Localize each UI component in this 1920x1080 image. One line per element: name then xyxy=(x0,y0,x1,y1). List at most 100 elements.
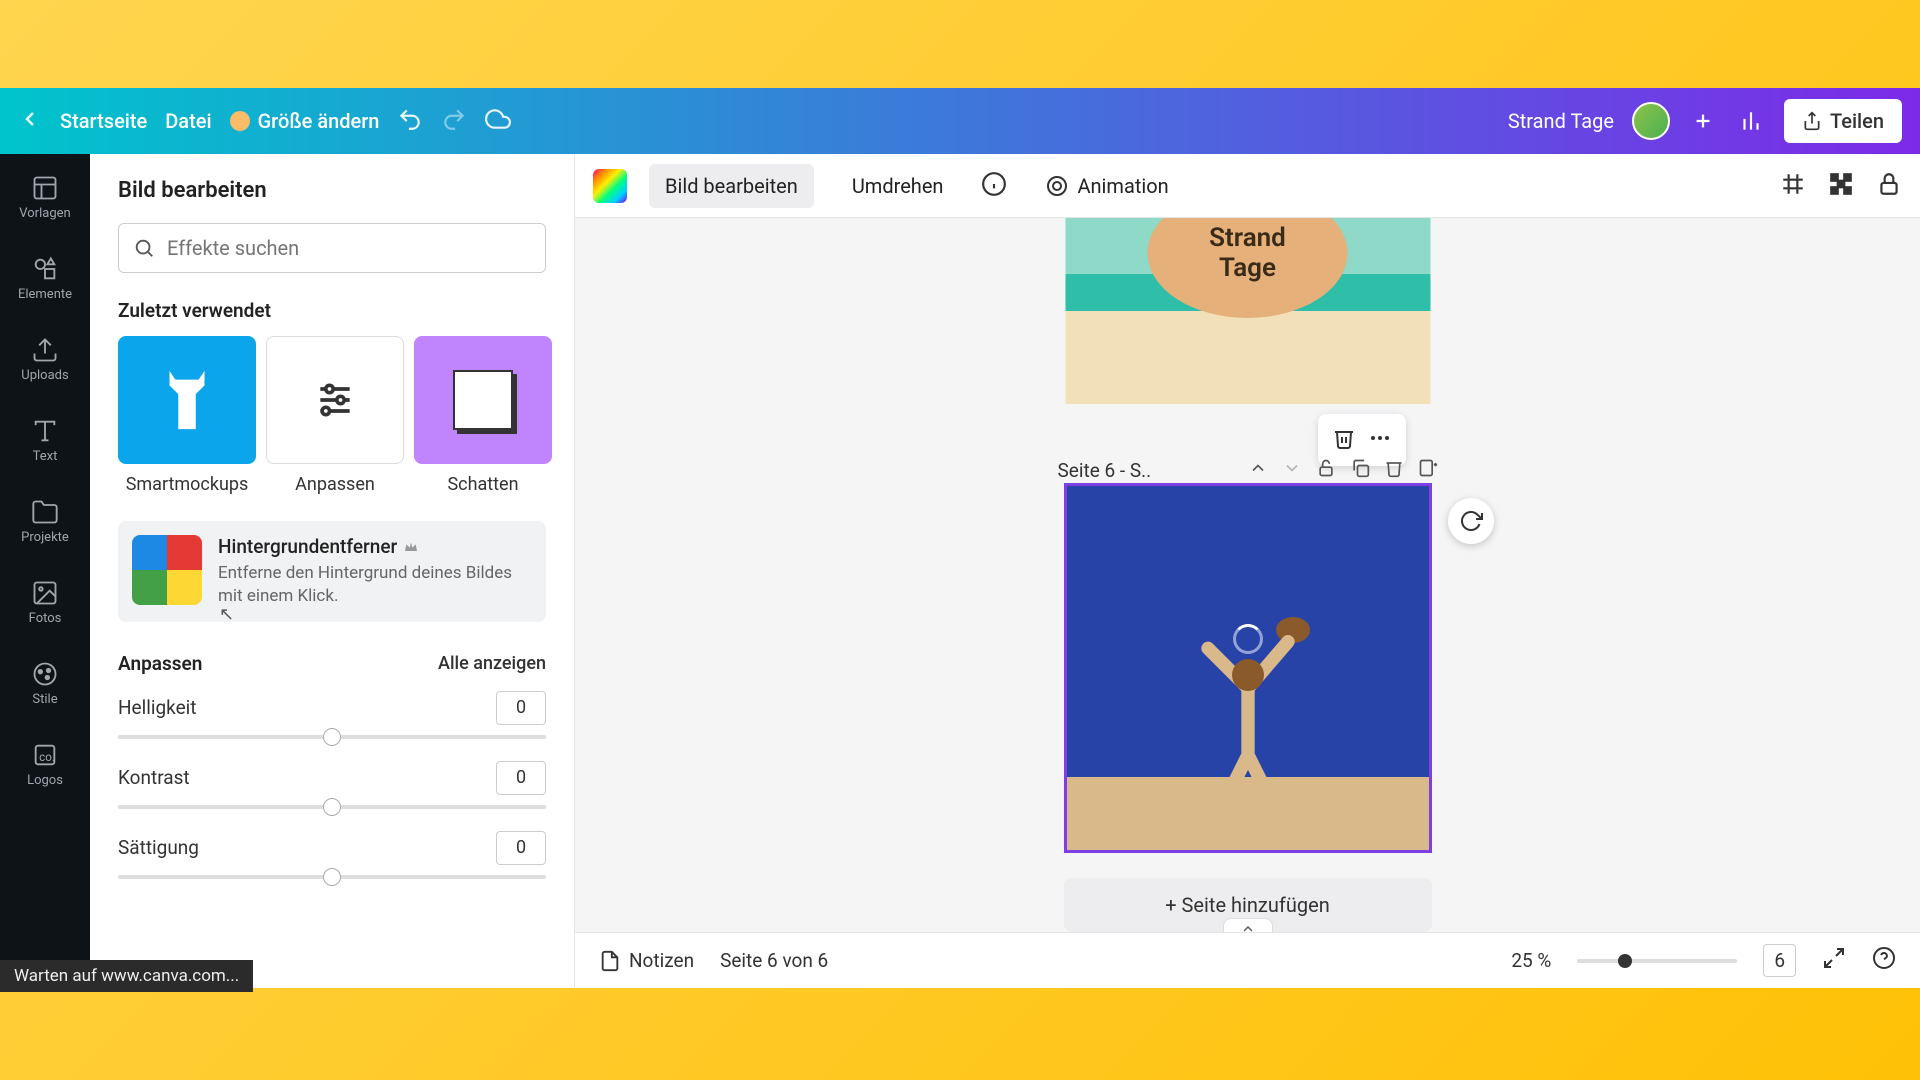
top-toolbar: Startseite Datei Größe ändern Strand Tag… xyxy=(0,88,1920,154)
move-down-icon[interactable] xyxy=(1282,458,1302,483)
brightness-value[interactable]: 0 xyxy=(496,691,546,725)
document-title[interactable]: Strand Tage xyxy=(1508,109,1614,133)
page-6-header: Seite 6 - S.. xyxy=(1058,458,1438,483)
animation-button[interactable]: Animation xyxy=(1029,164,1184,208)
redo-icon[interactable] xyxy=(441,106,467,136)
nav-uploads-label: Uploads xyxy=(21,368,68,383)
contrast-slider[interactable] xyxy=(118,805,546,809)
contrast-label: Kontrast xyxy=(118,766,190,789)
search-icon xyxy=(133,237,155,259)
edit-image-button[interactable]: Bild bearbeiten xyxy=(649,164,814,208)
cloud-sync-icon[interactable] xyxy=(485,106,511,136)
insights-icon[interactable] xyxy=(1736,106,1766,136)
transparency-icon[interactable] xyxy=(1828,171,1854,201)
nav-projects-label: Projekte xyxy=(21,530,69,545)
file-menu[interactable]: Datei xyxy=(165,109,211,133)
bottom-bar: Notizen Seite 6 von 6 25 % 6 xyxy=(575,932,1920,988)
nav-photos[interactable]: Fotos xyxy=(0,571,90,634)
delete-page-icon[interactable] xyxy=(1384,458,1404,483)
share-button[interactable]: Teilen xyxy=(1784,99,1902,143)
person-graphic xyxy=(1178,635,1318,795)
color-picker[interactable] xyxy=(593,169,627,203)
bg-remover-icon xyxy=(132,535,202,605)
nav-text[interactable]: Text xyxy=(0,409,90,472)
recent-smartmockups[interactable]: Smartmockups xyxy=(118,336,256,495)
position-icon[interactable] xyxy=(1780,171,1806,201)
edit-panel: Bild bearbeiten Zuletzt verwendet Smartm… xyxy=(90,154,575,988)
slider-knob[interactable] xyxy=(323,868,341,886)
delete-page-icon[interactable] xyxy=(1328,422,1360,458)
saturation-slider[interactable] xyxy=(118,875,546,879)
more-icon[interactable] xyxy=(1364,422,1396,458)
canvas-area: Bild bearbeiten Umdrehen Animation Stran… xyxy=(575,154,1920,988)
nav-projects[interactable]: Projekte xyxy=(0,490,90,553)
svg-text:co.: co. xyxy=(39,750,55,764)
share-label: Teilen xyxy=(1830,109,1884,133)
help-icon[interactable] xyxy=(1872,946,1896,975)
home-link[interactable]: Startseite xyxy=(60,109,147,133)
page-6-canvas[interactable] xyxy=(1064,483,1432,853)
bg-remover-desc: Entferne den Hintergrund deines Bildes m… xyxy=(218,562,532,608)
page-5-thumbnail[interactable]: StrandTage xyxy=(1065,218,1430,404)
info-icon[interactable] xyxy=(981,171,1007,201)
flip-button[interactable]: Umdrehen xyxy=(836,164,960,208)
nav-uploads[interactable]: Uploads xyxy=(0,328,90,391)
slider-knob[interactable] xyxy=(323,798,341,816)
saturation-label: Sättigung xyxy=(118,836,199,859)
recent-adjust-label: Anpassen xyxy=(266,474,404,495)
context-toolbar: Bild bearbeiten Umdrehen Animation xyxy=(575,154,1920,218)
background-remover[interactable]: Hintergrundentferner Entferne den Hinter… xyxy=(118,521,546,622)
recent-adjust[interactable]: Anpassen xyxy=(266,336,404,495)
saturation-value[interactable]: 0 xyxy=(496,831,546,865)
resize-label: Größe ändern xyxy=(258,109,380,133)
nav-elements[interactable]: Elemente xyxy=(0,247,90,310)
panel-title: Bild bearbeiten xyxy=(118,178,546,203)
nav-elements-label: Elemente xyxy=(18,287,72,302)
crown-icon xyxy=(403,539,419,555)
recent-shadow[interactable]: Schatten xyxy=(414,336,552,495)
nav-photos-label: Fotos xyxy=(29,611,62,626)
page-counter: Seite 6 von 6 xyxy=(720,949,828,972)
nav-styles[interactable]: Stile xyxy=(0,652,90,715)
undo-icon[interactable] xyxy=(397,106,423,136)
contrast-value[interactable]: 0 xyxy=(496,761,546,795)
app-window: Startseite Datei Größe ändern Strand Tag… xyxy=(0,88,1920,988)
add-user-icon[interactable] xyxy=(1688,106,1718,136)
refresh-button[interactable] xyxy=(1448,498,1494,544)
nav-logos[interactable]: co.Logos xyxy=(0,733,90,796)
brightness-label: Helligkeit xyxy=(118,696,197,719)
nav-templates[interactable]: Vorlagen xyxy=(0,166,90,229)
canvas-viewport[interactable]: StrandTage Seite 6 - S.. xyxy=(575,218,1920,932)
crown-icon xyxy=(230,111,250,131)
notes-button[interactable]: Notizen xyxy=(599,949,694,972)
nav-text-label: Text xyxy=(33,449,58,464)
slider-knob[interactable] xyxy=(323,728,341,746)
page-6-label[interactable]: Seite 6 - S.. xyxy=(1058,459,1152,482)
adjust-show-all[interactable]: Alle anzeigen xyxy=(438,653,546,674)
zoom-percent[interactable]: 25 % xyxy=(1511,949,1551,972)
lock-icon[interactable] xyxy=(1876,171,1902,201)
grid-view-button[interactable]: 6 xyxy=(1763,944,1796,977)
move-up-icon[interactable] xyxy=(1248,458,1268,483)
back-icon[interactable] xyxy=(18,107,42,135)
duplicate-page-icon[interactable] xyxy=(1350,458,1370,483)
zoom-knob[interactable] xyxy=(1618,954,1632,968)
lock-page-icon[interactable] xyxy=(1316,458,1336,483)
contrast-control: Kontrast 0 xyxy=(118,761,546,809)
notes-label: Notizen xyxy=(629,949,694,972)
zoom-slider[interactable] xyxy=(1577,959,1737,963)
page5-text-bottom: Tage xyxy=(1219,253,1276,283)
user-avatar[interactable] xyxy=(1632,102,1670,140)
resize-button[interactable]: Größe ändern xyxy=(230,109,380,133)
recent-smartmockups-label: Smartmockups xyxy=(118,474,256,495)
fullscreen-icon[interactable] xyxy=(1822,946,1846,975)
nav-templates-label: Vorlagen xyxy=(19,206,70,221)
add-page-icon[interactable] xyxy=(1418,458,1438,483)
effects-search[interactable] xyxy=(118,223,546,273)
page5-text-top: Strand xyxy=(1209,223,1286,253)
animation-label: Animation xyxy=(1077,174,1168,198)
effects-search-input[interactable] xyxy=(167,236,531,260)
expand-thumbnails[interactable] xyxy=(1223,918,1273,932)
saturation-control: Sättigung 0 xyxy=(118,831,546,879)
brightness-slider[interactable] xyxy=(118,735,546,739)
